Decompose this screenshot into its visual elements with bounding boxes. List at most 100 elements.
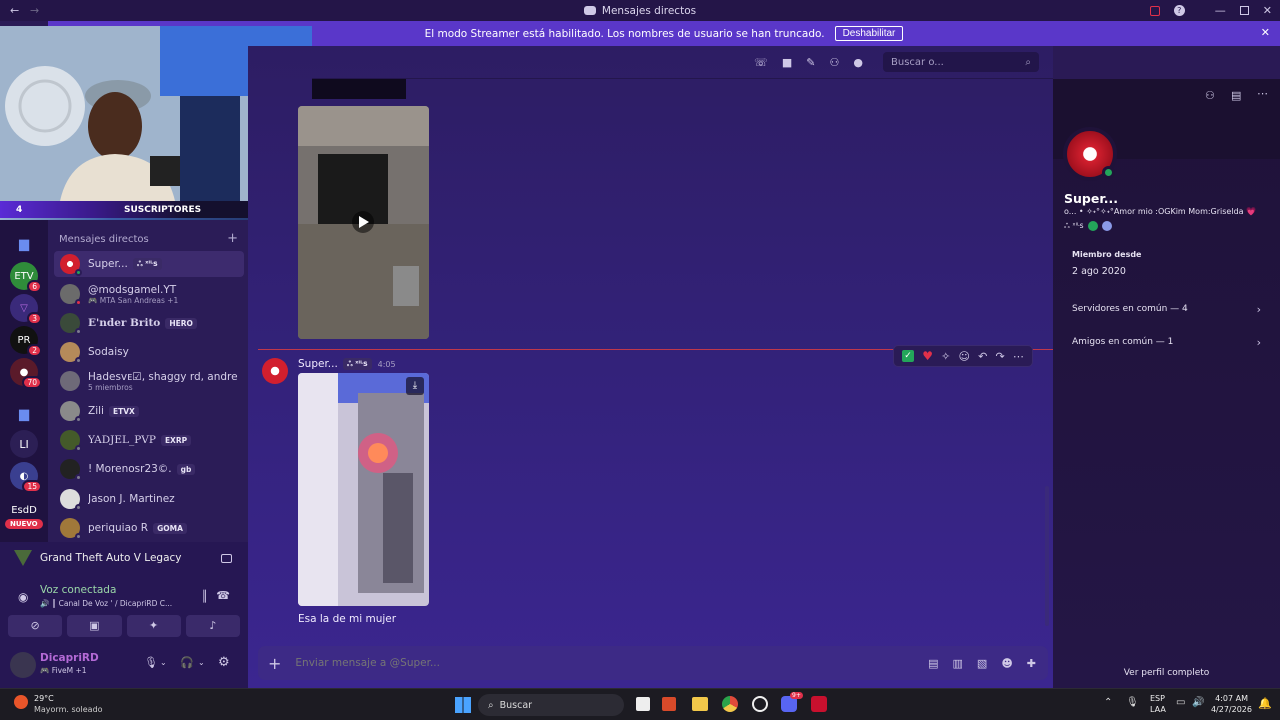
app-icon[interactable] [662, 697, 676, 711]
keyboard-lang-1[interactable]: ESP [1150, 694, 1165, 703]
windows-start-icon[interactable] [455, 697, 471, 713]
screen-share-button[interactable]: ▣ [67, 615, 122, 637]
activities-button[interactable]: ✦ [126, 615, 181, 637]
notification-bell-icon[interactable]: 🔔 [1258, 697, 1272, 710]
image-attachment-1[interactable] [298, 106, 429, 339]
microphone-icon[interactable]: 🎙 [144, 656, 158, 669]
heart-reaction-icon[interactable]: ♥ [922, 349, 933, 363]
message-author[interactable]: Super... [298, 358, 338, 370]
emoji-icon[interactable]: ☻ [1001, 657, 1012, 670]
sparkle-reaction-icon[interactable]: ✧ [941, 350, 950, 363]
server-badge: 70 [22, 376, 42, 389]
dm-item-morenosr[interactable]: ! Morenosr23©. gb [54, 456, 244, 482]
taskbar-search[interactable]: ⌕ Buscar [478, 694, 624, 716]
voice-call-icon[interactable]: ☏ [754, 56, 768, 69]
user-profile-icon[interactable]: ● [853, 56, 863, 69]
activity-row[interactable]: Grand Theft Auto V Legacy [14, 548, 236, 568]
close-window-icon[interactable]: ✕ [1263, 4, 1272, 17]
noise-suppression-icon[interactable]: ║ [201, 590, 208, 603]
user-avatar[interactable] [10, 652, 36, 678]
dm-item-zili[interactable]: Zili ETVX [54, 398, 244, 424]
chrome-icon[interactable] [722, 696, 738, 712]
help-icon[interactable]: ? [1173, 5, 1185, 16]
weather-temp[interactable]: 29°C [34, 694, 54, 703]
server-icon-avatar[interactable]: ◐ 15 [10, 462, 42, 493]
search-input[interactable]: Buscar o... ⌕ [883, 52, 1039, 72]
headphones-icon[interactable]: 🎧 [180, 656, 194, 669]
server-icon-group[interactable]: ● 70 [10, 358, 42, 389]
forward-icon[interactable]: ↷ [996, 350, 1005, 363]
view-full-profile-link[interactable]: Ver perfil completo [1053, 668, 1280, 678]
apps-icon[interactable]: ✚ [1027, 657, 1036, 670]
user-name[interactable]: DicapriRD [40, 652, 99, 664]
server-icon-etv[interactable]: ETV 6 [10, 262, 42, 293]
maximize-icon[interactable] [1239, 6, 1249, 15]
chevron-down-icon[interactable]: ⌄ [160, 658, 167, 667]
disconnect-icon[interactable]: ☎ [216, 589, 230, 602]
inbox-icon[interactable] [1149, 5, 1160, 16]
chat-scrollbar[interactable] [1045, 486, 1049, 626]
server-icon-triangle[interactable]: ▽ 3 [10, 294, 42, 325]
dm-item-periquiao[interactable]: periquiao R GOMA [54, 515, 244, 541]
gta-icon [14, 550, 32, 566]
gift-icon[interactable]: ▤ [928, 657, 938, 670]
stream-icon[interactable] [221, 553, 232, 563]
video-call-icon[interactable]: ■ [782, 56, 792, 69]
voice-controls: ⊘ ▣ ✦ ♪ [8, 615, 240, 637]
dm-members: 5 miembros [88, 382, 133, 392]
profile-tags: ஃ ˣᴵᴸs [1064, 221, 1112, 231]
app-icon[interactable] [811, 696, 827, 712]
add-attachment-icon[interactable]: + [268, 654, 281, 673]
sticker-icon[interactable]: ▧ [977, 657, 987, 670]
mutual-friends-row[interactable]: Amigos en común — 1 › [1061, 327, 1272, 357]
add-friends-icon[interactable]: ⚇ [830, 56, 840, 69]
add-reaction-icon[interactable]: ☺ [959, 350, 970, 363]
new-badge: NUEVO [5, 519, 43, 529]
server-icon-pr[interactable]: PR 2 [10, 326, 42, 357]
mutual-servers-row[interactable]: Servidores en común — 4 › [1061, 294, 1272, 324]
network-icon[interactable]: ▭ [1176, 697, 1185, 708]
dm-item-ender[interactable]: 𝐄'𝐧𝐝𝐞𝐫 𝐁𝐫𝐢𝐭𝐨 HERO [54, 310, 244, 336]
gif-icon[interactable]: ▥ [953, 657, 963, 670]
pin-icon[interactable]: ✎ [806, 56, 815, 69]
message-avatar[interactable] [262, 358, 288, 384]
weather-icon [14, 695, 28, 709]
dm-item-jason[interactable]: Jason J. Martinez [54, 486, 244, 512]
profile-avatar[interactable] [1063, 127, 1117, 181]
message-input[interactable] [295, 657, 929, 669]
image-attachment-2[interactable]: ⤓ [298, 373, 429, 606]
soundboard-button[interactable]: ♪ [185, 615, 240, 637]
disable-streamer-button[interactable]: Deshabilitar [834, 26, 904, 41]
dm-item-super[interactable]: Super... ஃ ˣᴵᴸs [54, 251, 244, 277]
voice-channel[interactable]: 🔊 ║ Canal De Voz ' / DicapriRD C... [40, 599, 190, 608]
camera-off-button[interactable]: ⊘ [8, 615, 63, 637]
dm-item-group[interactable]: Hadesᴠᴇ☑, shaggy rd, andreszr...5 miembr… [54, 368, 244, 394]
folder-icon[interactable]: ▆ [10, 400, 38, 428]
folder-icon[interactable]: ▆ [10, 230, 38, 258]
check-reaction-icon[interactable]: ✓ [902, 350, 915, 362]
gift-icon[interactable]: ▤ [1231, 89, 1241, 102]
dm-item-yadjel[interactable]: YADJEL_PVP EXRP [54, 427, 244, 453]
clock-time[interactable]: 4:07 AM [1215, 694, 1248, 703]
server-icon-li[interactable]: LI [10, 430, 38, 458]
dm-item-modsgamel[interactable]: @modsgamel.YT 🎮 MTA San Andreas +1 [54, 281, 244, 307]
minimize-icon[interactable]: — [1215, 4, 1226, 17]
close-banner-icon[interactable]: ✕ [1261, 26, 1270, 39]
download-icon[interactable]: ⤓ [406, 377, 424, 395]
file-explorer-icon[interactable] [692, 697, 708, 711]
microphone-tray-icon[interactable]: 🎙 [1126, 697, 1139, 708]
app-icon[interactable] [752, 696, 768, 712]
dm-item-sodaisy[interactable]: Sodaisy [54, 339, 244, 365]
show-hidden-icons[interactable]: ⌃ [1104, 697, 1112, 708]
more-options-icon[interactable]: ⋯ [1257, 87, 1268, 100]
add-dm-button[interactable]: + [227, 231, 238, 246]
dm-tag: ஃ ˣᴵᴸs [132, 258, 162, 270]
chevron-down-icon[interactable]: ⌄ [198, 658, 205, 667]
add-friend-icon[interactable]: ⚇ [1205, 89, 1215, 102]
more-options-icon[interactable]: ⋯ [1013, 350, 1024, 363]
task-view-icon[interactable] [636, 697, 650, 711]
settings-gear-icon[interactable]: ⚙ [218, 655, 230, 670]
reply-icon[interactable]: ↶ [978, 350, 987, 363]
member-since-card: Miembro desde 2 ago 2020 [1061, 241, 1272, 283]
volume-icon[interactable]: 🔊 [1192, 697, 1204, 708]
